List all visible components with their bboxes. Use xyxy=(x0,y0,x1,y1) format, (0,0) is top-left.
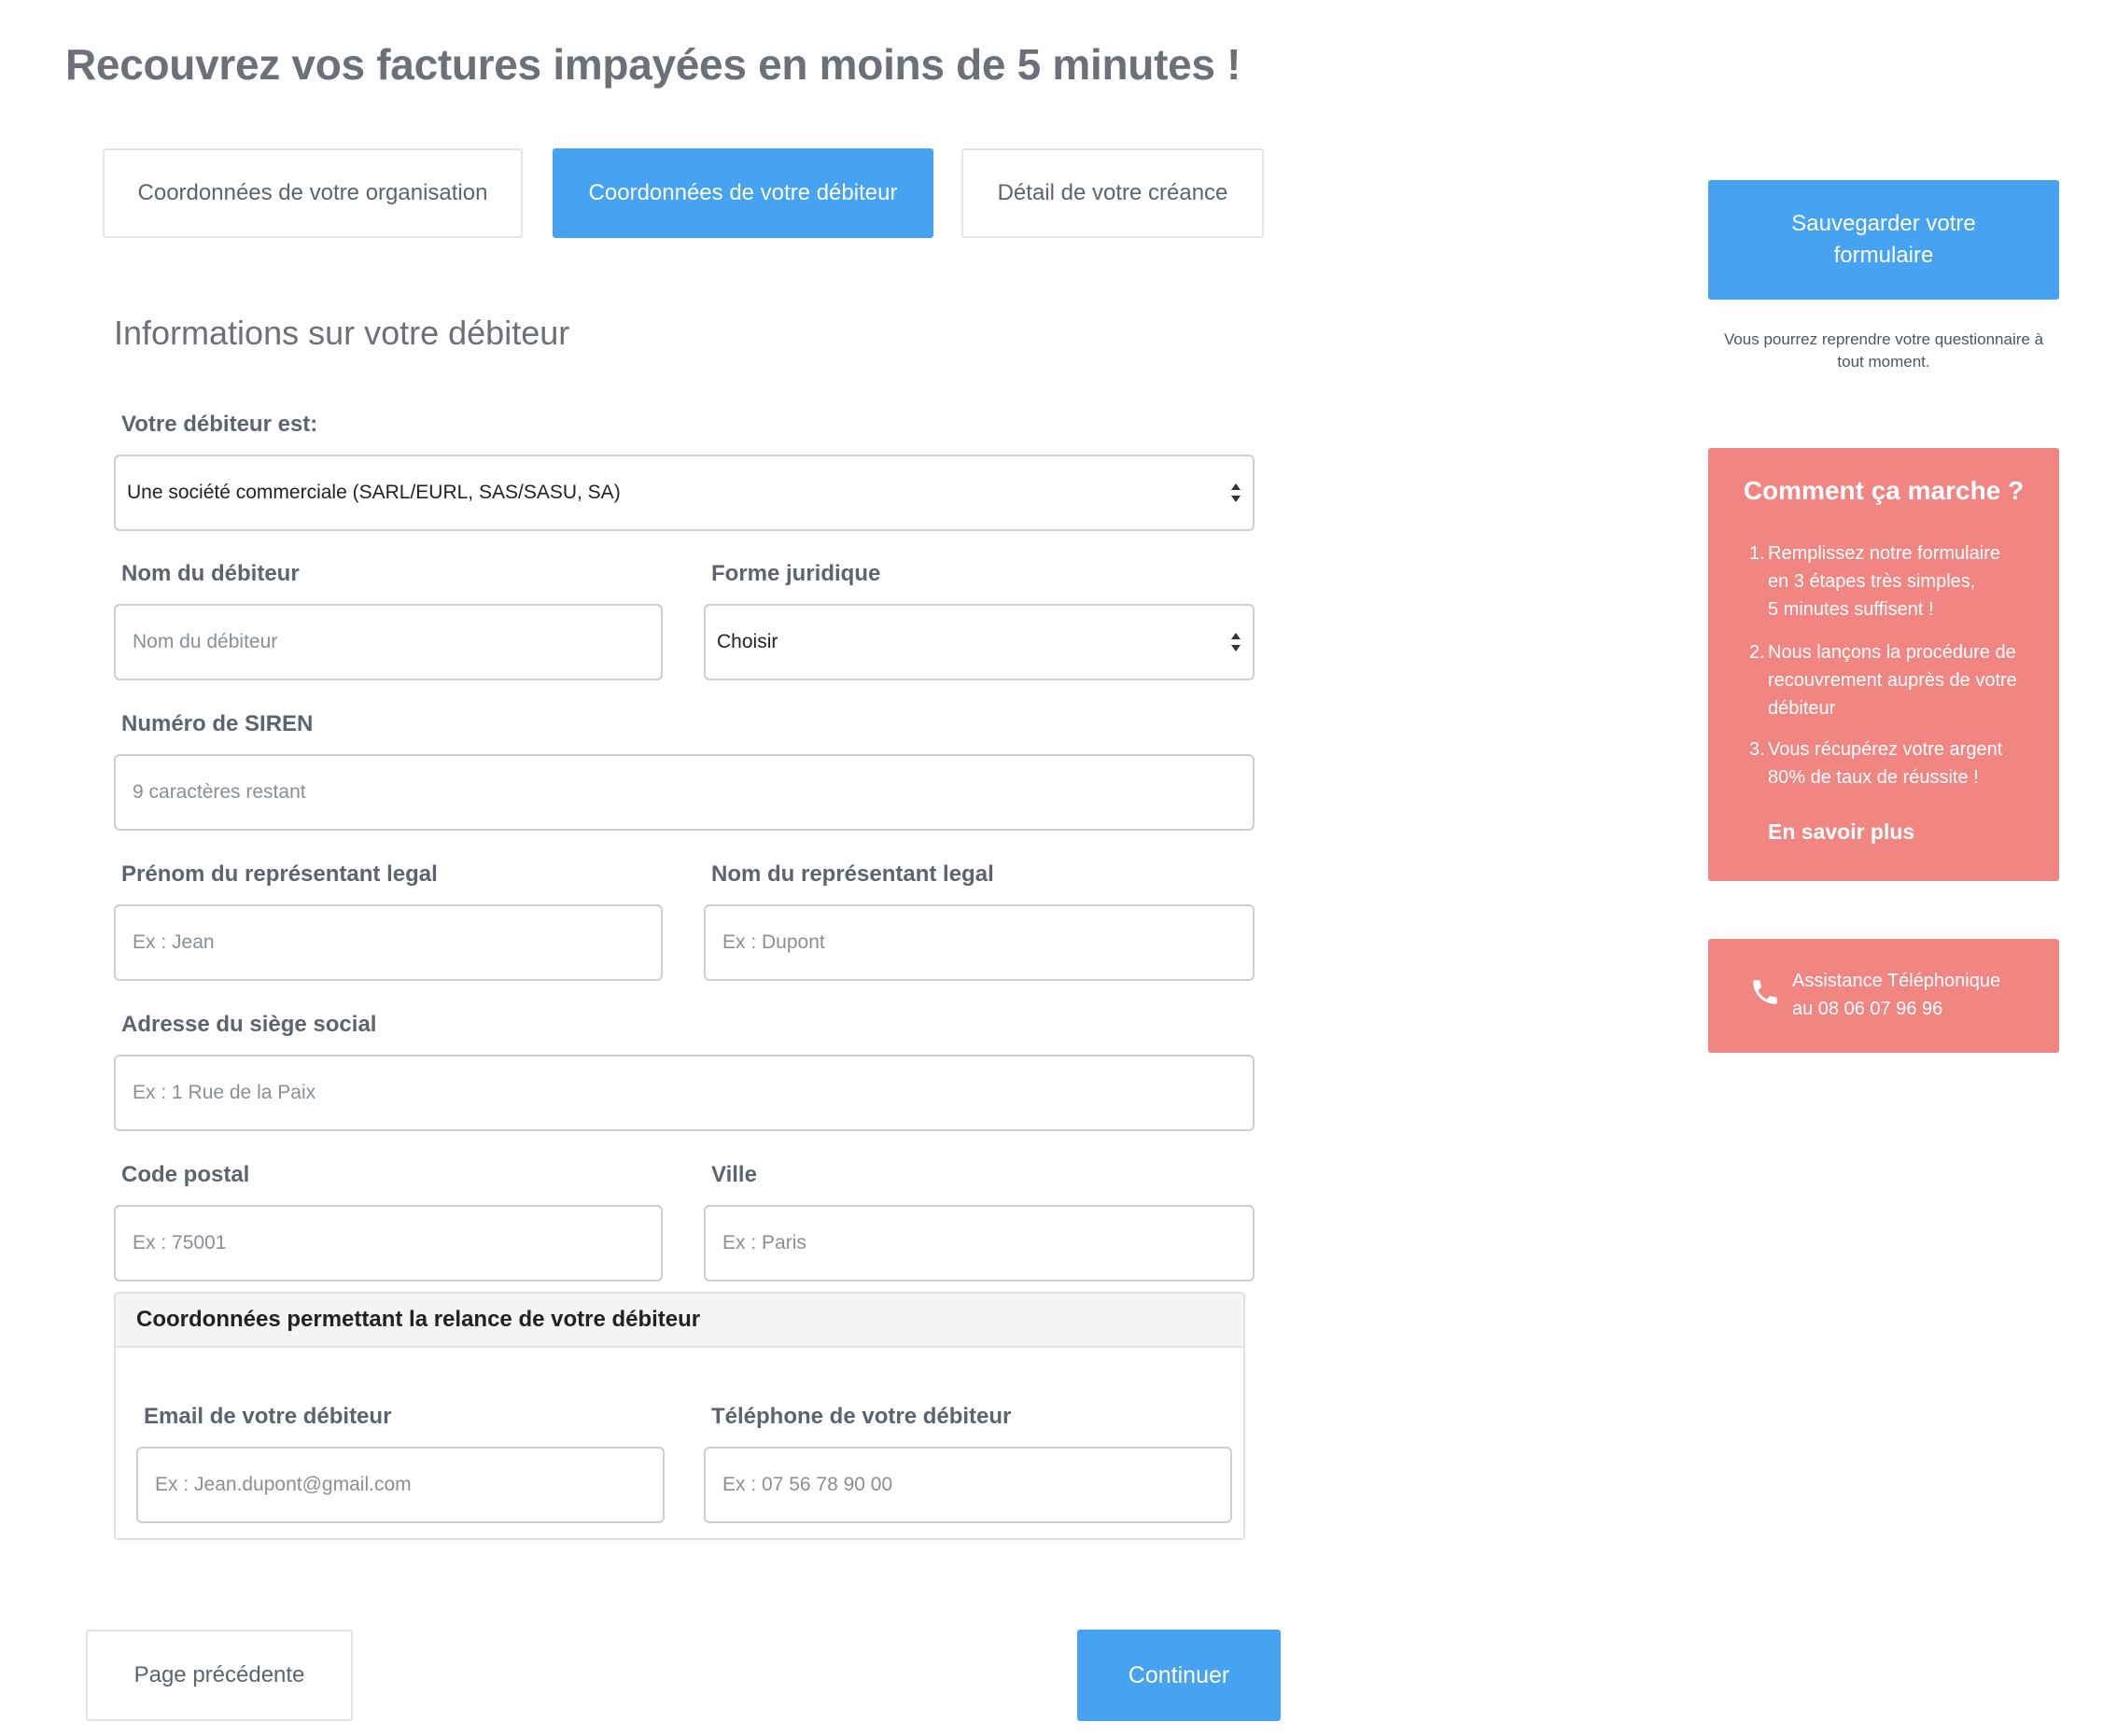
save-form-label-line2: formulaire xyxy=(1833,243,1934,268)
how-it-works-card: Comment ça marche ? 1. Remplissez notre … xyxy=(1708,448,2059,881)
save-note-line2: tout moment. xyxy=(1837,353,1930,371)
email-input[interactable] xyxy=(136,1447,665,1523)
rep-lastname-input[interactable] xyxy=(704,904,1255,981)
rep-firstname-label: Prénom du représentant legal xyxy=(121,861,438,887)
phone-assistance-card[interactable]: Assistance Téléphonique au 08 06 07 96 9… xyxy=(1708,939,2059,1053)
tab-label: Coordonnées de votre organisation xyxy=(137,180,488,205)
debtor-name-input[interactable] xyxy=(114,604,663,680)
save-form-label-line1: Sauvegarder votre xyxy=(1791,211,1976,236)
step-line: Remplissez notre formulaire xyxy=(1768,543,2000,564)
save-note: Vous pourrez reprendre votre questionnai… xyxy=(1699,329,2068,373)
address-label: Adresse du siège social xyxy=(121,1012,377,1037)
assistance-text: Assistance Téléphonique au 08 06 07 96 9… xyxy=(1792,967,2000,1023)
select-arrows-icon xyxy=(1231,633,1241,651)
phone-input[interactable] xyxy=(704,1447,1232,1523)
rep-lastname-label: Nom du représentant legal xyxy=(711,861,994,887)
select-arrows-icon xyxy=(1231,483,1241,502)
postal-code-input[interactable] xyxy=(114,1205,663,1281)
siren-input[interactable] xyxy=(114,754,1255,831)
save-form-button[interactable]: Sauvegarder votre formulaire xyxy=(1708,180,2059,300)
step-2: 2. Nous lançons la procédure de recouvre… xyxy=(1749,638,2017,722)
tab-debiteur[interactable]: Coordonnées de votre débiteur xyxy=(553,148,933,238)
continue-label: Continuer xyxy=(1128,1661,1230,1688)
city-label: Ville xyxy=(711,1162,757,1187)
step-line: Vous récupérez votre argent xyxy=(1768,739,2003,760)
siren-label: Numéro de SIREN xyxy=(121,711,314,736)
assistance-line2: au 08 06 07 96 96 xyxy=(1792,999,1943,1019)
learn-more-link[interactable]: En savoir plus xyxy=(1768,819,1914,845)
previous-page-label: Page précédente xyxy=(133,1662,305,1687)
city-input[interactable] xyxy=(704,1205,1255,1281)
debtor-type-select[interactable]: Une société commerciale (SARL/EURL, SAS/… xyxy=(114,455,1255,531)
previous-page-button[interactable]: Page précédente xyxy=(86,1630,353,1721)
step-line: en 3 étapes très simples, xyxy=(1768,571,1976,592)
debtor-name-label: Nom du débiteur xyxy=(121,561,300,586)
step-line: débiteur xyxy=(1768,698,1836,719)
debtor-type-value: Une société commerciale (SARL/EURL, SAS/… xyxy=(127,482,621,503)
email-label: Email de votre débiteur xyxy=(144,1404,392,1429)
phone-label: Téléphone de votre débiteur xyxy=(711,1404,1012,1429)
step-number: 3. xyxy=(1749,739,1765,760)
save-note-line1: Vous pourrez reprendre votre questionnai… xyxy=(1723,330,2044,348)
section-title: Informations sur votre débiteur xyxy=(114,314,570,352)
legal-form-select[interactable]: Choisir xyxy=(704,604,1255,680)
step-number: 2. xyxy=(1749,642,1765,663)
contact-panel-title: Coordonnées permettant la relance de vot… xyxy=(116,1294,1243,1348)
rep-firstname-input[interactable] xyxy=(114,904,663,981)
assistance-line1: Assistance Téléphonique xyxy=(1792,971,2001,991)
step-number: 1. xyxy=(1749,543,1765,564)
how-it-works-title: Comment ça marche ? xyxy=(1743,476,2025,505)
legal-form-value: Choisir xyxy=(717,631,778,652)
tab-label: Coordonnées de votre débiteur xyxy=(588,180,898,205)
debtor-type-label: Votre débiteur est: xyxy=(121,412,318,437)
step-3: 3. Vous récupérez votre argent 80% de ta… xyxy=(1749,735,2002,791)
continue-button[interactable]: Continuer xyxy=(1077,1630,1281,1721)
contact-panel: Coordonnées permettant la relance de vot… xyxy=(114,1292,1245,1540)
postal-code-label: Code postal xyxy=(121,1162,250,1187)
step-line: 80% de taux de réussite ! xyxy=(1768,767,1979,788)
page-title: Recouvrez vos factures impayées en moins… xyxy=(65,40,1241,89)
tab-label: Détail de votre créance xyxy=(997,180,1228,205)
step-1: 1. Remplissez notre formulaire en 3 étap… xyxy=(1749,539,2000,623)
phone-icon xyxy=(1753,980,1777,1004)
step-line: 5 minutes suffisent ! xyxy=(1768,599,1934,620)
legal-form-label: Forme juridique xyxy=(711,561,881,586)
address-input[interactable] xyxy=(114,1055,1255,1131)
step-line: Nous lançons la procédure de xyxy=(1768,642,2016,663)
step-line: recouvrement auprès de votre xyxy=(1768,670,2017,691)
tab-creance[interactable]: Détail de votre créance xyxy=(961,148,1264,238)
tab-organisation[interactable]: Coordonnées de votre organisation xyxy=(103,148,523,238)
